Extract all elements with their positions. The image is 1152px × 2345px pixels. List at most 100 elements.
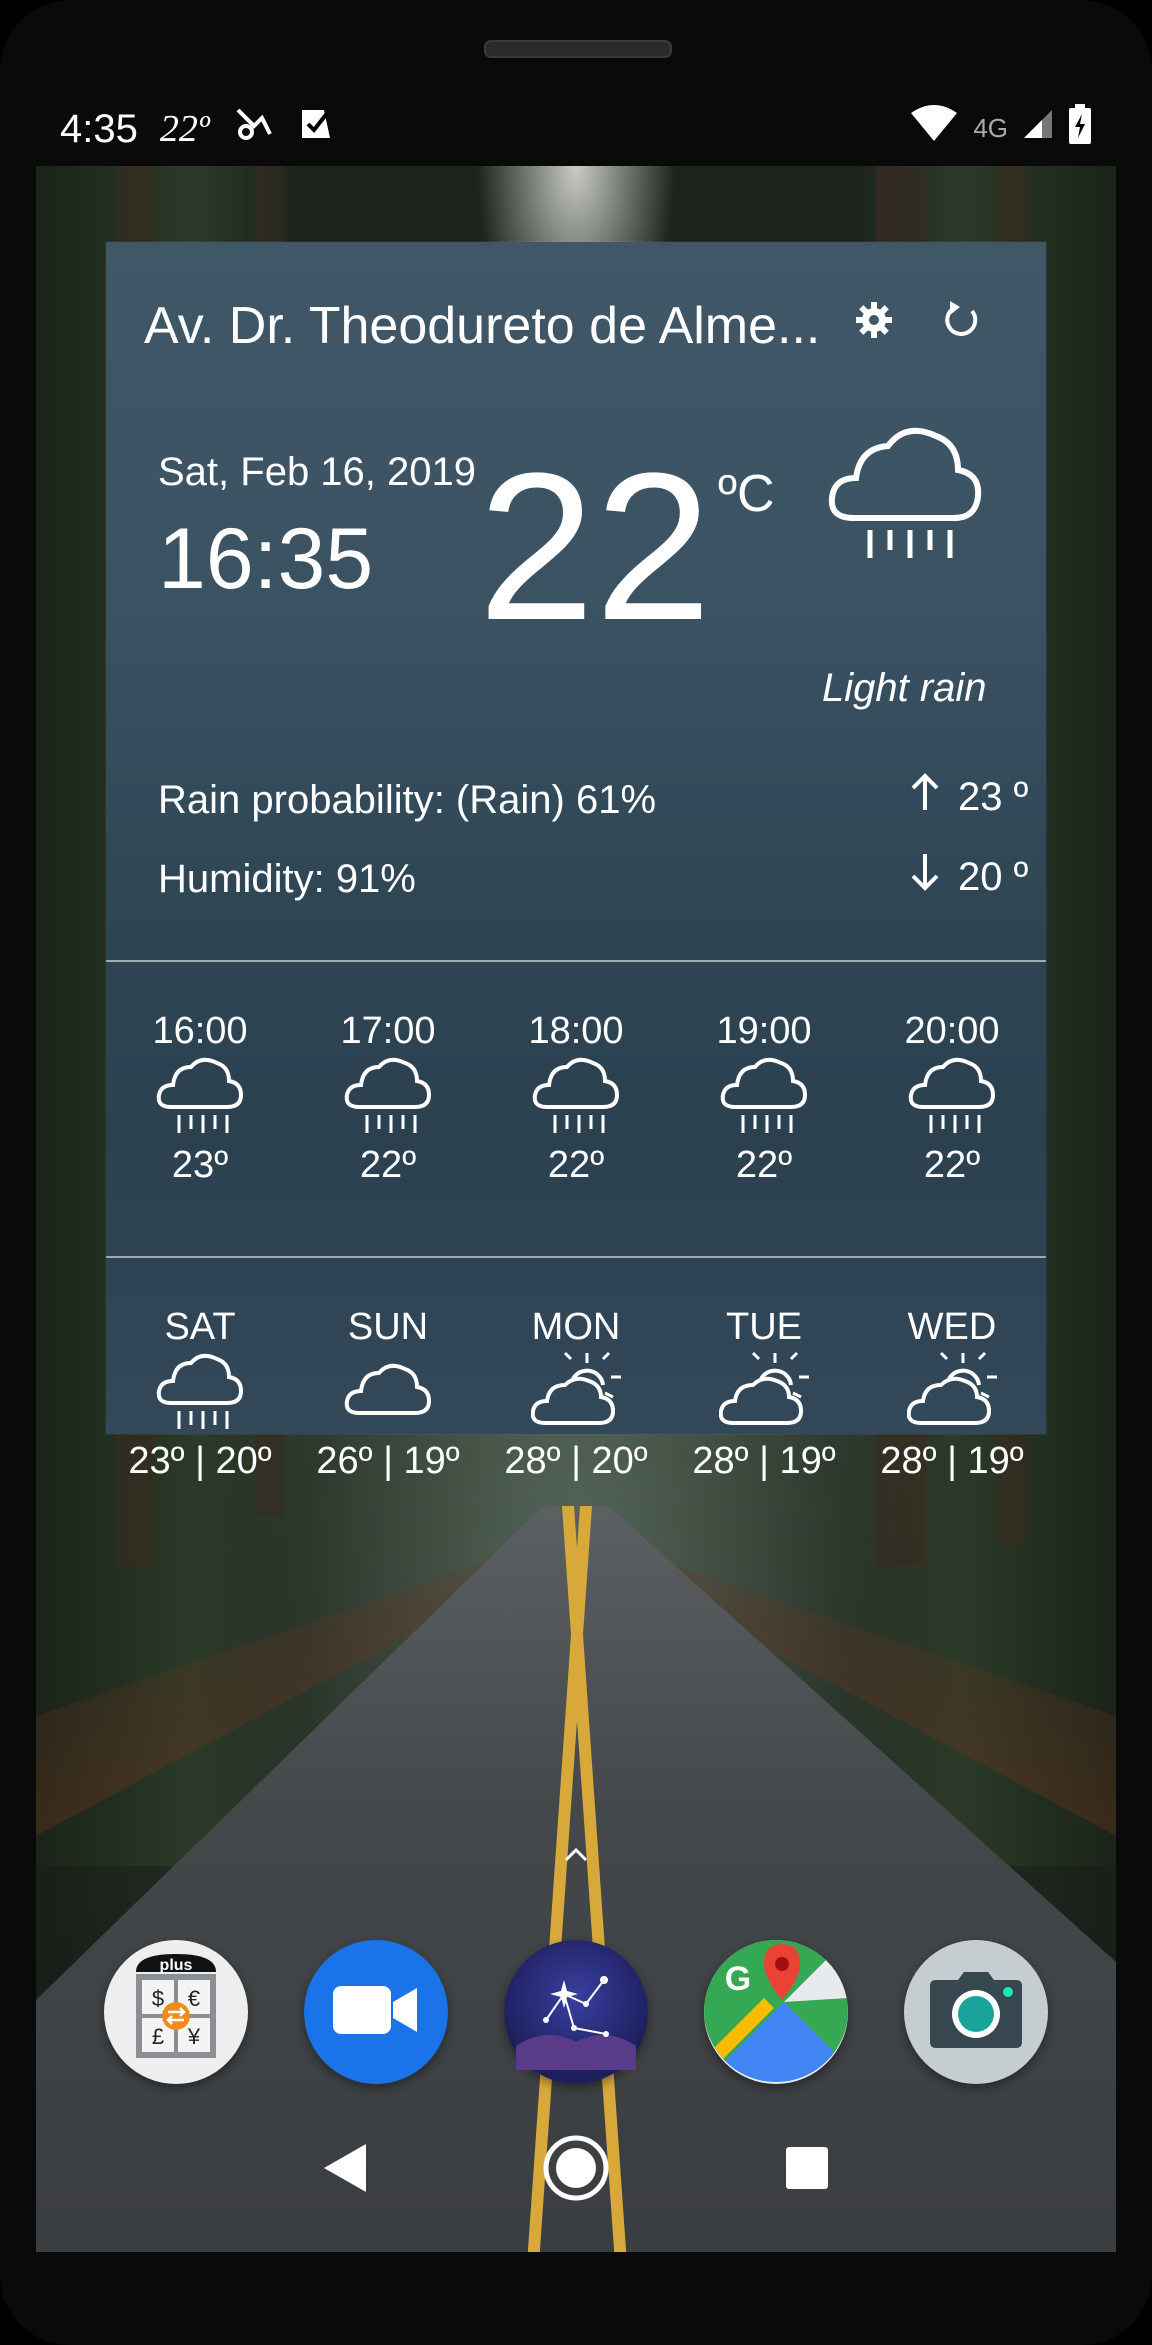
arrow-up-icon [910, 772, 940, 822]
partly-sunny-icon [530, 1349, 621, 1440]
task-icon [298, 106, 334, 152]
gear-icon [854, 300, 894, 345]
daily-temps: 26º | 19º [316, 1440, 460, 1482]
cloud-rain-icon [719, 1053, 809, 1144]
hourly-item: 20:00 22º [858, 1010, 1046, 1187]
temperature-unit: ºC [718, 465, 775, 523]
svg-text:£: £ [152, 2024, 164, 2049]
daily-item: SAT 23º | 20º [106, 1306, 294, 1483]
maps-app[interactable]: G [704, 1940, 848, 2084]
phone-frame: 4:35 22º 4G Av. Dr. Theodureto de Alme..… [0, 0, 1152, 2345]
cloud-rain-icon [907, 1053, 997, 1144]
cloud-rain-icon [343, 1053, 433, 1144]
daily-day: TUE [726, 1306, 802, 1348]
arrow-down-icon [910, 852, 940, 902]
back-button[interactable] [322, 2142, 368, 2199]
daily-temps: 28º | 20º [504, 1440, 648, 1482]
current-temperature: 22 [478, 429, 712, 664]
camera-icon [928, 1970, 1024, 2055]
hourly-temp: 22º [547, 1144, 605, 1186]
signal-icon [1022, 108, 1054, 148]
hourly-time: 19:00 [716, 1010, 812, 1052]
cloud-icon [343, 1349, 433, 1440]
plus-label: plus [160, 1957, 193, 1974]
hourly-time: 16:00 [152, 1010, 248, 1052]
wifi-icon [909, 105, 959, 151]
status-temp: 22º [159, 108, 210, 150]
hourly-item: 16:00 23º [106, 1010, 294, 1187]
hourly-time: 18:00 [528, 1010, 624, 1052]
refresh-icon [942, 299, 982, 346]
low-temperature: 20 º [910, 852, 1028, 902]
daily-day: SAT [164, 1306, 236, 1348]
svg-text:€: € [188, 1986, 200, 2011]
daily-forecast: SAT 23º | 20º SUN 26º | 19º MON 28º | 20… [106, 1306, 1046, 1483]
high-temperature-value: 23 º [958, 774, 1029, 819]
daily-temps: 28º | 19º [880, 1440, 1024, 1482]
daily-day: SUN [347, 1306, 429, 1348]
home-circle-icon [541, 2135, 611, 2207]
weather-widget[interactable]: Av. Dr. Theodureto de Alme... Sat, Feb 1… [106, 242, 1046, 1482]
cloud-rain-icon [155, 1053, 245, 1144]
daily-day: WED [907, 1306, 997, 1348]
hourly-item: 17:00 22º [294, 1010, 482, 1187]
partly-sunny-icon [718, 1349, 809, 1440]
video-call-app[interactable] [304, 1940, 448, 2084]
currency-converter-app[interactable]: plus $ € £ ¥ [104, 1940, 248, 2084]
hourly-time: 20:00 [904, 1010, 1000, 1052]
divider [106, 960, 1046, 962]
daily-item: WED 28º | 19º [858, 1306, 1046, 1483]
daily-temps: 23º | 20º [128, 1440, 272, 1482]
home-screen: Av. Dr. Theodureto de Alme... Sat, Feb 1… [36, 166, 1116, 2252]
location-label[interactable]: Av. Dr. Theodureto de Alme... [144, 296, 820, 356]
cloud-rain-icon [824, 418, 984, 573]
current-time: 16:35 [158, 511, 374, 607]
daily-item: MON 28º | 20º [482, 1306, 670, 1483]
refresh-button[interactable] [932, 292, 992, 352]
partly-sunny-icon [906, 1349, 997, 1440]
chevron-up-icon [564, 1847, 588, 1866]
condition-label: Light rain [822, 666, 987, 710]
hourly-item: 19:00 22º [670, 1010, 858, 1187]
daily-temps: 28º | 19º [692, 1440, 836, 1482]
speaker-grille [484, 40, 672, 58]
star-map-app[interactable] [504, 1940, 648, 2084]
network-type: 4G [973, 112, 1008, 143]
humidity: Humidity: 91% [158, 857, 416, 901]
high-temperature: 23 º [910, 772, 1028, 822]
hourly-time: 17:00 [340, 1010, 436, 1052]
map-pin-icon: G [704, 1940, 848, 2084]
svg-text:G: G [725, 1960, 751, 1998]
navigation-bar [36, 2110, 1116, 2230]
currency-converter-icon: plus $ € £ ¥ [116, 1948, 236, 2077]
status-time: 4:35 [60, 106, 138, 151]
back-triangle-icon [322, 2143, 368, 2198]
app-dock: plus $ € £ ¥ G [36, 1932, 1116, 2092]
settings-button[interactable] [844, 292, 904, 352]
hourly-temp: 22º [735, 1144, 793, 1186]
recents-button[interactable] [784, 2145, 830, 2196]
svg-text:¥: ¥ [187, 2024, 201, 2049]
hourly-temp: 22º [923, 1144, 981, 1186]
notification-icon [232, 104, 276, 154]
current-date: Sat, Feb 16, 2019 [158, 450, 477, 494]
daily-item: TUE 28º | 19º [670, 1306, 858, 1483]
constellation-icon [516, 1950, 636, 2075]
status-bar: 4:35 22º 4G [36, 96, 1116, 166]
divider [106, 1256, 1046, 1258]
camera-app[interactable] [904, 1940, 1048, 2084]
hourly-item: 18:00 22º [482, 1010, 670, 1187]
app-drawer-handle[interactable] [564, 1846, 588, 1867]
square-icon [784, 2146, 830, 2195]
daily-day: MON [531, 1306, 621, 1348]
hourly-temp: 23º [171, 1144, 229, 1186]
video-camera-icon [331, 1980, 421, 2045]
low-temperature-value: 20 º [958, 854, 1029, 899]
daily-item: SUN 26º | 19º [294, 1306, 482, 1483]
home-button[interactable] [541, 2133, 611, 2208]
hourly-forecast: 16:00 23º 17:00 22º 18:00 22º 19:00 22º … [106, 1010, 1046, 1187]
cloud-rain-icon [155, 1349, 245, 1440]
battery-icon [1068, 104, 1092, 152]
cloud-rain-icon [531, 1053, 621, 1144]
svg-text:$: $ [152, 1986, 164, 2011]
